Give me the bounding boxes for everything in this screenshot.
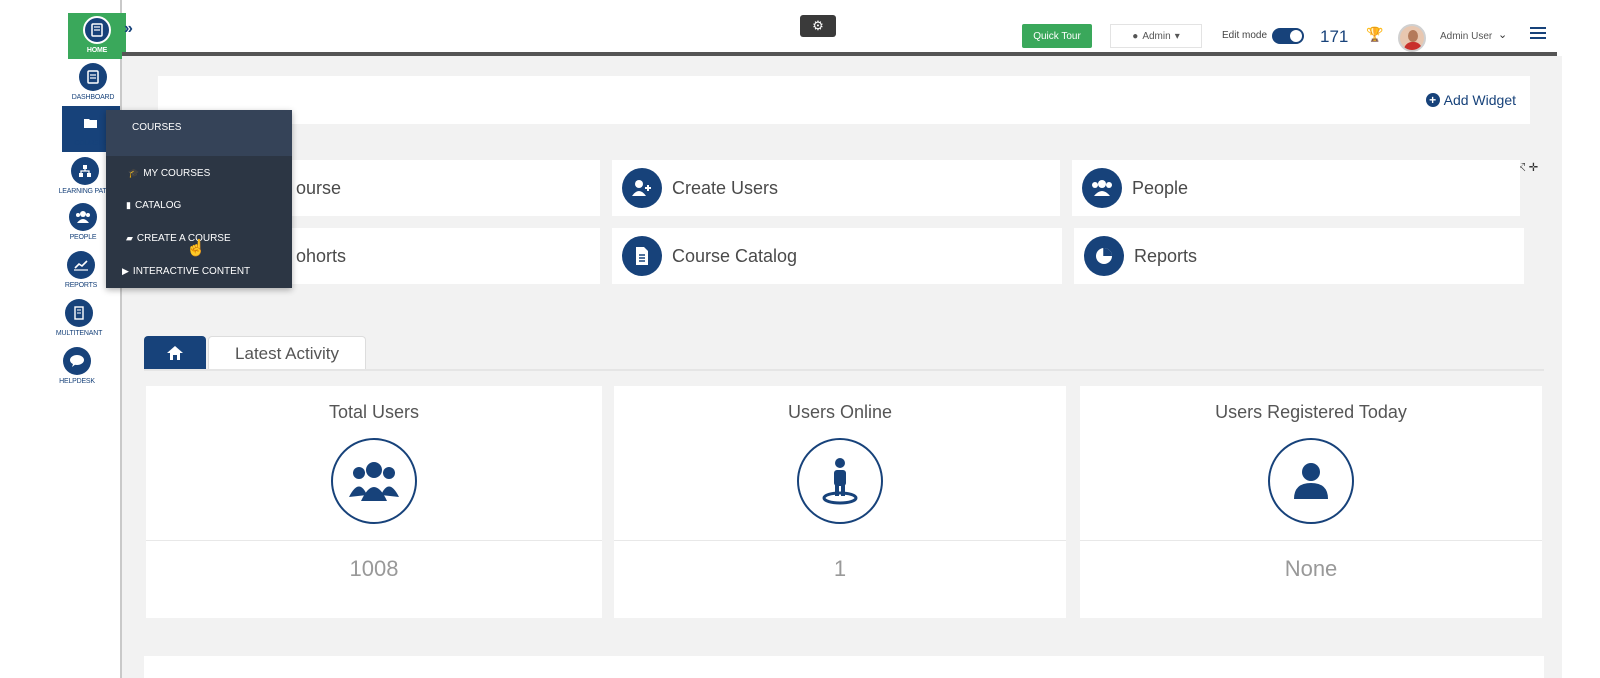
dashboard-icon — [79, 63, 107, 91]
sidebar-item-label: COURSES — [74, 140, 108, 147]
file-icon: ▮ — [126, 200, 131, 210]
plus-circle-icon: + — [1425, 93, 1440, 107]
menu-item-label: CREATE A COURSE — [136, 233, 231, 244]
shortcut-label: People — [1132, 177, 1189, 198]
graduation-cap-icon: 🎓 — [128, 168, 140, 178]
home-icon — [167, 346, 183, 360]
sidebar-item-dashboard[interactable]: DASHBOARD — [62, 60, 124, 106]
building-icon — [65, 299, 93, 327]
app-root: HOME DASHBOARD COURSES LEARNING PATH PEO — [0, 0, 1600, 678]
shortcut-tile-reports[interactable]: Reports — [1074, 228, 1524, 284]
sidebar-item-multitenant[interactable]: MULTITENANT — [48, 296, 110, 342]
document-icon — [622, 236, 662, 276]
menu-item-label: INTERACTIVE CONTENT — [132, 266, 251, 277]
menu-item-my-courses[interactable]: 🎓 MY COURSES — [128, 168, 210, 179]
stat-title: Users Registered Today — [1215, 402, 1407, 422]
stat-card-users-online: Users Online 1 — [614, 386, 1066, 618]
shortcut-label: Reports — [1134, 245, 1198, 266]
settings-button[interactable]: ⚙ — [800, 15, 836, 37]
user-standing-icon — [797, 438, 883, 524]
users-group-icon — [331, 438, 417, 524]
sidebar-item-people[interactable]: PEOPLE — [52, 200, 114, 246]
sidebar-item-label: REPORTS — [64, 282, 98, 289]
hand-cursor-icon: ☝ — [186, 240, 206, 257]
next-panel — [144, 656, 1544, 678]
add-widget-label: Add Widget — [1443, 92, 1516, 108]
folder-open-icon — [77, 109, 105, 137]
courses-flyout-menu: COURSES 🎓 MY COURSES ▮ CATALOG ▰ CREATE … — [106, 110, 292, 288]
edit-mode-label: Edit mode — [1222, 30, 1268, 41]
shortcut-label: ourse — [296, 177, 342, 198]
pie-chart-icon — [1084, 236, 1124, 276]
shortcut-tile-create-users[interactable]: Create Users — [612, 160, 1060, 216]
widget-bar: + Add Widget — [158, 76, 1530, 124]
user-icon: ● — [1132, 30, 1139, 42]
add-widget-button[interactable]: + Add Widget — [1425, 92, 1516, 108]
gear-icon: ⚙ — [812, 18, 824, 33]
toggle-knob — [1290, 30, 1302, 42]
sidebar-item-home[interactable]: HOME — [68, 13, 126, 59]
sidebar-item-label: MULTITENANT — [55, 330, 103, 337]
chat-bubble-icon — [63, 347, 91, 375]
stat-card-users-registered-today: Users Registered Today None — [1080, 386, 1542, 618]
stat-title: Total Users — [328, 402, 420, 422]
tab-home[interactable] — [144, 336, 206, 370]
user-icon — [1268, 438, 1354, 524]
quick-tour-button[interactable]: Quick Tour — [1022, 24, 1092, 48]
stat-value: 1 — [833, 556, 847, 581]
shortcut-tile-people[interactable]: People — [1072, 160, 1520, 216]
sidebar-item-label: HOME — [86, 47, 108, 54]
sidebar-item-label: DASHBOARD — [71, 94, 115, 101]
book-icon — [83, 16, 111, 44]
stat-divider — [614, 540, 1066, 541]
courses-menu-title: COURSES — [106, 110, 292, 156]
stat-value: 1008 — [349, 556, 399, 581]
menu-item-create-a-course[interactable]: ▰ CREATE A COURSE — [126, 233, 231, 244]
shortcut-label: Create Users — [672, 177, 779, 198]
points-count: 171 — [1320, 27, 1349, 46]
role-dropdown[interactable]: ● Admin ▾ — [1110, 24, 1202, 48]
book-icon: ▰ — [126, 233, 133, 243]
stat-divider — [1080, 540, 1542, 541]
shortcut-tile-course-catalog[interactable]: Course Catalog — [612, 228, 1062, 284]
sidebar-item-label: LEARNING PATH — [58, 188, 112, 195]
avatar[interactable] — [1398, 24, 1426, 52]
menu-item-label: MY COURSES — [143, 168, 211, 179]
edit-mode-toggle[interactable] — [1272, 28, 1304, 44]
play-icon: ▶ — [122, 266, 129, 276]
trophy-icon[interactable]: 🏆 — [1366, 26, 1383, 43]
shortcut-label: Course Catalog — [672, 245, 798, 266]
users-icon — [1082, 168, 1122, 208]
stat-value: None — [1284, 556, 1338, 581]
menu-item-interactive-content[interactable]: ▶ INTERACTIVE CONTENT — [122, 266, 250, 277]
chevron-down-icon[interactable]: ⌄ — [1498, 28, 1507, 41]
expand-sidebar-icon[interactable]: » — [124, 20, 133, 38]
stat-divider — [146, 540, 602, 541]
sidebar-item-helpdesk[interactable]: HELPDESK — [46, 344, 108, 390]
caret-down-icon: ▾ — [1174, 30, 1180, 42]
sidebar-item-label: PEOPLE — [69, 234, 97, 241]
left-sidebar: HOME DASHBOARD COURSES LEARNING PATH PEO — [56, 0, 126, 678]
user-name[interactable]: Admin User — [1440, 31, 1492, 42]
menu-item-label: CATALOG — [134, 200, 182, 211]
line-chart-icon — [67, 251, 95, 279]
role-label: Admin — [1142, 30, 1171, 42]
user-plus-icon — [622, 168, 662, 208]
sidebar-item-reports[interactable]: REPORTS — [50, 248, 112, 294]
hamburger-menu-icon[interactable] — [1530, 27, 1546, 41]
stat-card-total-users: Total Users 1008 — [146, 386, 602, 618]
stat-title: Users Online — [787, 402, 893, 422]
sitemap-icon — [71, 157, 99, 185]
tab-latest-activity[interactable]: Latest Activity — [208, 336, 366, 370]
sidebar-item-label: HELPDESK — [59, 378, 95, 385]
users-icon — [69, 203, 97, 231]
tab-divider — [144, 369, 1544, 371]
shortcut-label: ohorts — [296, 245, 347, 266]
menu-item-catalog[interactable]: ▮ CATALOG — [126, 200, 181, 211]
